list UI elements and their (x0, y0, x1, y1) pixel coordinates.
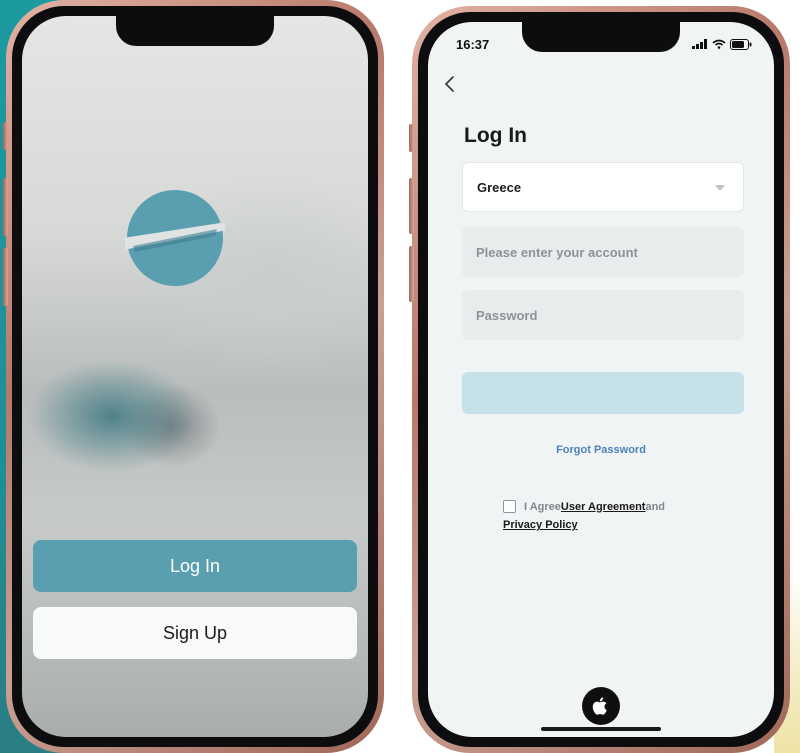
region-select[interactable]: Greece (462, 162, 744, 212)
login-screen: 16:37 Log In Greece Please enter your ac… (428, 22, 774, 737)
page-title: Log In (464, 124, 527, 147)
agreement-row: I Agree User Agreement and (503, 500, 665, 513)
app-logo-icon (125, 190, 225, 286)
apple-icon (592, 697, 607, 715)
wifi-icon (712, 39, 726, 49)
back-chevron-icon[interactable] (442, 74, 458, 94)
apple-login-button[interactable] (582, 687, 620, 725)
chevron-down-icon (715, 185, 725, 191)
status-time: 16:37 (456, 36, 490, 52)
agreement-conjunction: and (645, 500, 666, 513)
phone-side-button (409, 124, 414, 152)
phone-volume-down-button (409, 246, 414, 302)
agreement-checkbox[interactable] (503, 500, 516, 513)
user-agreement-link[interactable]: User Agreement (561, 501, 646, 513)
notch (116, 16, 274, 46)
welcome-screen: Log In Sign Up (22, 16, 368, 737)
phone-left: Log In Sign Up (3, 0, 384, 753)
agreement-prefix: I Agree (524, 500, 561, 513)
password-input[interactable] (462, 290, 744, 340)
notch (522, 22, 680, 52)
phone-volume-up-button (3, 178, 8, 236)
phone-right: 16:37 Log In Greece Please enter your ac… (409, 6, 790, 753)
account-input[interactable] (462, 227, 744, 277)
signal-icon (692, 39, 707, 49)
login-button[interactable]: Log In (33, 540, 357, 592)
battery-icon (730, 38, 752, 50)
phone-bezel: 16:37 Log In Greece Please enter your ac… (418, 12, 784, 747)
phone-volume-up-button (409, 178, 414, 234)
login-submit-button[interactable] (462, 372, 744, 414)
privacy-policy-link[interactable]: Privacy Policy (503, 519, 578, 531)
status-icons (692, 38, 752, 50)
home-indicator (541, 727, 661, 731)
phone-volume-down-button (3, 248, 8, 306)
forgot-password-link[interactable]: Forgot Password (428, 444, 774, 456)
phone-side-button (3, 122, 8, 150)
region-select-value: Greece (477, 179, 522, 195)
phone-bezel: Log In Sign Up (12, 6, 378, 747)
signup-button[interactable]: Sign Up (33, 607, 357, 659)
